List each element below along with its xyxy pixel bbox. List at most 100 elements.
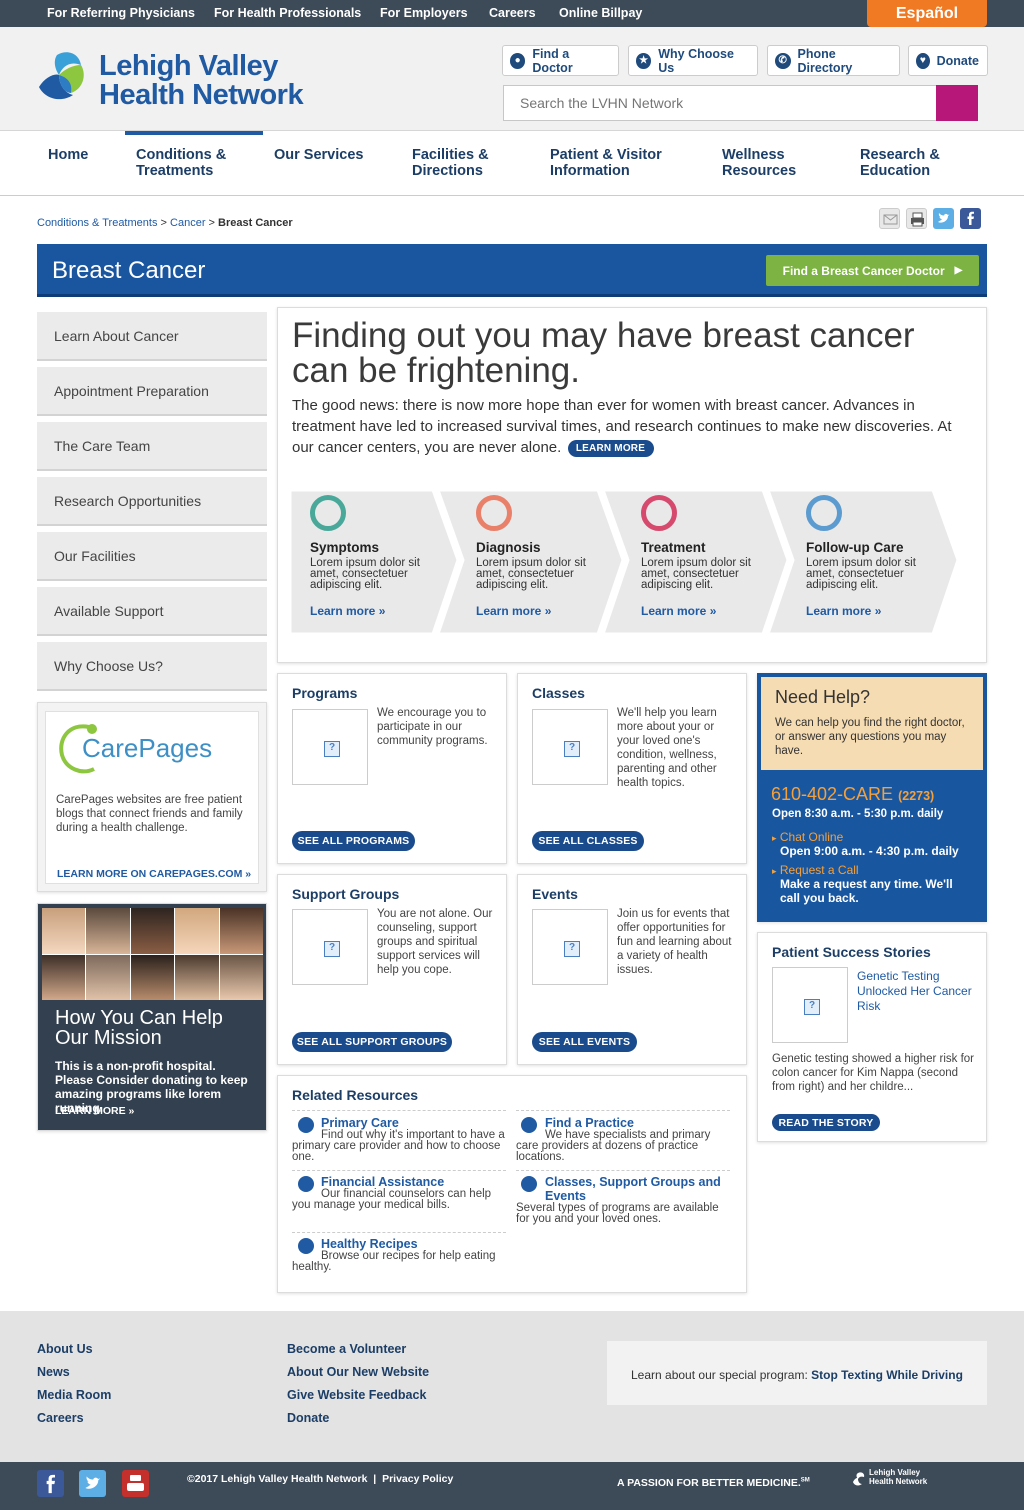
twitter-icon[interactable] <box>933 208 954 229</box>
side-item-care-team[interactable]: The Care Team <box>37 422 267 471</box>
footer-careers[interactable]: Careers <box>37 1411 84 1425</box>
resource-find-practice-text: We have specialists and primary care pro… <box>516 1129 711 1163</box>
donate-button[interactable]: ♥ Donate <box>908 45 988 76</box>
nav-our-services[interactable]: Our Services <box>274 147 363 163</box>
resource-classes-events-link[interactable]: Classes, Support Groups and Events <box>545 1175 725 1203</box>
link-careers[interactable]: Careers <box>489 6 536 20</box>
footer-news[interactable]: News <box>37 1365 70 1379</box>
search-button[interactable] <box>936 85 978 121</box>
link-employers[interactable]: For Employers <box>380 6 468 20</box>
divider <box>292 1170 506 1171</box>
footer-about-new-website[interactable]: About Our New Website <box>287 1365 429 1379</box>
step-symptoms-title: Symptoms <box>310 540 380 555</box>
resource-primary-care-link[interactable]: Primary Care <box>321 1116 399 1130</box>
footer-about-us[interactable]: About Us <box>37 1342 93 1356</box>
footer-media-room[interactable]: Media Room <box>37 1388 111 1402</box>
support-groups-text: You are not alone. Our counseling, suppo… <box>377 908 493 976</box>
star-icon: ★ <box>636 52 652 69</box>
divider <box>516 1110 730 1111</box>
privacy-policy-link[interactable]: Privacy Policy <box>382 1473 453 1485</box>
facebook-icon[interactable] <box>960 208 981 229</box>
user-icon: ● <box>510 52 526 69</box>
footer-website-feedback[interactable]: Give Website Feedback <box>287 1388 426 1402</box>
carepages-panel: CarePages CarePages websites are free pa… <box>37 702 267 892</box>
footer-become-volunteer[interactable]: Become a Volunteer <box>287 1342 406 1356</box>
side-item-why-choose-us[interactable]: Why Choose Us? <box>37 642 267 691</box>
resource-healthy-recipes-link[interactable]: Healthy Recipes <box>321 1237 418 1251</box>
step-symptoms-link[interactable]: Learn more » <box>310 604 385 618</box>
see-all-classes-button[interactable]: SEE ALL CLASSES <box>532 831 644 851</box>
treatment-ring-icon <box>641 495 677 531</box>
see-all-events-button[interactable]: SEE ALL EVENTS <box>532 1032 637 1052</box>
footer-facebook-icon[interactable] <box>37 1470 64 1497</box>
logo-line-1: Lehigh Valley <box>99 50 278 82</box>
link-online-billpay[interactable]: Online Billpay <box>559 6 642 20</box>
why-choose-button[interactable]: ★ Why Choose Us <box>628 45 758 76</box>
find-breast-cancer-doctor-button[interactable]: Find a Breast Cancer Doctor ▶ <box>766 255 979 286</box>
classes-image-placeholder <box>532 709 608 785</box>
resource-find-practice-link[interactable]: Find a Practice <box>545 1116 634 1130</box>
nav-facilities-directions[interactable]: Facilities & Directions <box>412 147 489 179</box>
phone-hours: Open 8:30 a.m. - 5:30 p.m. daily <box>772 808 944 820</box>
nav-wellness-resources[interactable]: Wellness Resources <box>722 147 796 179</box>
nav-research-education[interactable]: Research & Education <box>860 147 940 179</box>
link-health-professionals[interactable]: For Health Professionals <box>214 6 361 20</box>
resource-classes-events-text: Several types of programs are available … <box>516 1202 719 1225</box>
chevron-right-icon: ▶ <box>954 265 963 276</box>
carepages-logo: CarePages <box>82 733 213 763</box>
success-story-link[interactable]: Genetic Testing Unlocked Her Cancer Risk <box>857 969 982 1014</box>
phone-directory-button[interactable]: ✆ Phone Directory <box>767 45 900 76</box>
espanol-button[interactable]: Español <box>867 0 987 27</box>
stop-texting-link[interactable]: Stop Texting While Driving <box>811 1368 963 1382</box>
request-call-link[interactable]: ▸ Request a Call <box>772 863 859 877</box>
side-item-our-facilities[interactable]: Our Facilities <box>37 532 267 581</box>
read-story-button[interactable]: READ THE STORY <box>772 1114 880 1131</box>
resource-financial-assistance-text: Our financial counselors can help you ma… <box>292 1188 492 1211</box>
link-referring-physicians[interactable]: For Referring Physicians <box>47 6 195 20</box>
chevron-right-icon: ▸ <box>772 833 777 843</box>
footer-twitter-icon[interactable] <box>79 1470 106 1497</box>
chat-online-link[interactable]: ▸ Chat Online <box>772 830 843 844</box>
find-doctor-button[interactable]: ● Find a Doctor <box>502 45 619 76</box>
step-follow-up-link[interactable]: Learn more » <box>806 604 881 618</box>
site-footer: About Us News Media Room Careers Become … <box>0 1311 1024 1463</box>
mission-learn-more-link[interactable]: LEARN MORE » <box>55 1105 134 1117</box>
side-item-appointment-preparation[interactable]: Appointment Preparation <box>37 367 267 416</box>
nav-conditions-treatments[interactable]: Conditions & Treatments <box>136 147 226 179</box>
breadcrumb-conditions[interactable]: Conditions & Treatments <box>37 217 157 229</box>
breadcrumb-cancer[interactable]: Cancer <box>170 217 205 229</box>
side-item-learn-about-cancer[interactable]: Learn About Cancer <box>37 312 267 361</box>
nav-home[interactable]: Home <box>48 147 88 163</box>
search-input[interactable] <box>503 85 937 121</box>
see-all-programs-button[interactable]: SEE ALL PROGRAMS <box>292 831 415 851</box>
heart-icon: ♥ <box>916 52 930 69</box>
site-logo[interactable]: Lehigh Valley Health Network <box>37 49 317 110</box>
side-item-available-support[interactable]: Available Support <box>37 587 267 636</box>
nav-patient-visitor[interactable]: Patient & Visitor Information <box>550 147 662 179</box>
phone-directory-label: Phone Directory <box>797 46 853 75</box>
document-icon <box>521 1176 537 1192</box>
programs-text: We encourage you to participate in our c… <box>377 707 488 747</box>
events-text: Join us for events that offer opportunit… <box>617 908 732 976</box>
lvhn-logo-icon <box>39 52 84 100</box>
footer-donate[interactable]: Donate <box>287 1411 329 1425</box>
events-title: Events <box>532 886 578 902</box>
nav-active-indicator <box>125 131 263 135</box>
footer-youtube-icon[interactable] <box>122 1470 149 1497</box>
hero-learn-more-button[interactable]: LEARN MORE <box>567 440 654 457</box>
carepages-link[interactable]: LEARN MORE ON CAREPAGES.COM » <box>57 868 251 880</box>
print-icon[interactable] <box>906 208 927 229</box>
mission-panel: How You Can Help Our Mission This is a n… <box>37 903 267 1131</box>
email-icon[interactable] <box>879 208 900 229</box>
lvhn-logo-icon <box>853 1472 865 1486</box>
divider <box>516 1170 730 1171</box>
step-diagnosis-link[interactable]: Learn more » <box>476 604 551 618</box>
step-treatment-link[interactable]: Learn more » <box>641 604 716 618</box>
diagnosis-ring-icon <box>476 495 512 531</box>
see-all-support-groups-button[interactable]: SEE ALL SUPPORT GROUPS <box>292 1032 452 1052</box>
resource-financial-assistance-link[interactable]: Financial Assistance <box>321 1175 444 1189</box>
side-item-research-opportunities[interactable]: Research Opportunities <box>37 477 267 526</box>
copyright: ©2017 Lehigh Valley Health Network | Pri… <box>187 1473 454 1485</box>
need-help-title: Need Help? <box>775 687 871 707</box>
mission-title: How You Can Help Our Mission <box>55 1007 223 1049</box>
